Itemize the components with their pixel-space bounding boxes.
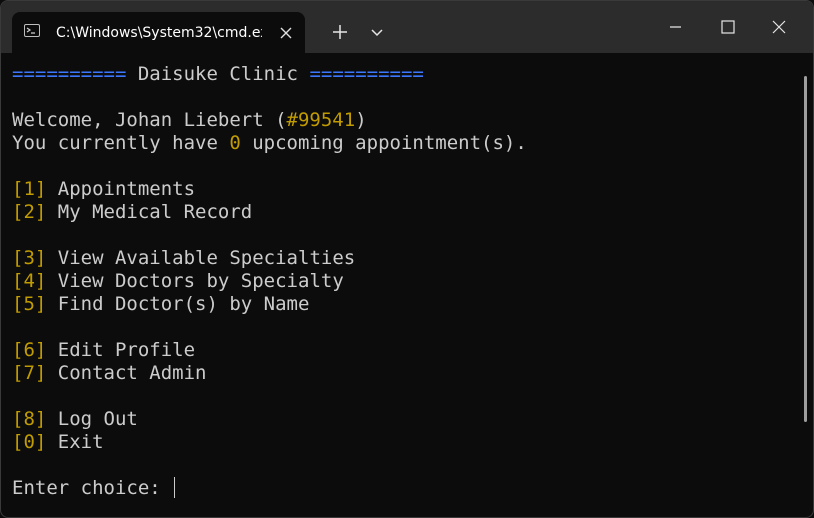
menu-item: [1] Appointments xyxy=(12,178,195,201)
welcome-text: Welcome, Johan Liebert ( xyxy=(12,109,287,131)
terminal-window: C:\Windows\System32\cmd.exe ========== D… xyxy=(0,0,814,518)
tab-close-icon[interactable] xyxy=(274,21,298,45)
menu-key: [3] xyxy=(12,247,47,269)
menu-label: Contact Admin xyxy=(57,362,207,384)
menu-item: [0] Exit xyxy=(12,431,104,454)
prompt-line[interactable]: Enter choice: xyxy=(12,477,176,500)
menu-key: [7] xyxy=(12,362,47,384)
welcome-line: Welcome, Johan Liebert (#99541) xyxy=(12,109,367,132)
menu-label: Find Doctor(s) by Name xyxy=(57,293,310,315)
menu-key: [1] xyxy=(12,178,47,200)
close-icon[interactable] xyxy=(761,13,797,49)
menu-label: Log Out xyxy=(57,408,138,430)
banner-right: ========== xyxy=(309,63,424,85)
menu-label: My Medical Record xyxy=(57,201,253,223)
clinic-title: Daisuke Clinic xyxy=(137,63,298,85)
tab-cmd[interactable]: C:\Windows\System32\cmd.exe xyxy=(12,12,305,53)
appointment-count: 0 xyxy=(229,132,241,154)
appointment-line: You currently have 0 upcoming appointmen… xyxy=(12,132,527,155)
menu-key: [6] xyxy=(12,339,47,361)
terminal-output[interactable]: ========== Daisuke Clinic ========== Wel… xyxy=(1,53,813,517)
welcome-suffix: ) xyxy=(355,109,367,131)
menu-label: Exit xyxy=(57,431,104,453)
appointment-prefix: You currently have xyxy=(12,132,230,154)
prompt-text: Enter choice: xyxy=(12,477,173,499)
menu-label: View Doctors by Specialty xyxy=(57,270,344,292)
menu-item: [2] My Medical Record xyxy=(12,201,252,224)
menu-label: View Available Specialties xyxy=(57,247,356,269)
menu-item: [3] View Available Specialties xyxy=(12,247,355,270)
title-bar[interactable]: C:\Windows\System32\cmd.exe xyxy=(1,1,813,53)
menu-item: [7] Contact Admin xyxy=(12,362,207,385)
text-cursor xyxy=(174,477,176,498)
chevron-down-icon[interactable] xyxy=(360,13,396,49)
banner-left: ========== xyxy=(12,63,127,85)
menu-key: [8] xyxy=(12,408,47,430)
menu-key: [0] xyxy=(12,431,47,453)
menu-item: [6] Edit Profile xyxy=(12,339,195,362)
tab-title: C:\Windows\System32\cmd.exe xyxy=(56,25,262,41)
menu-label: Edit Profile xyxy=(57,339,196,361)
menu-label: Appointments xyxy=(57,178,196,200)
new-tab-plus-icon[interactable] xyxy=(322,13,358,49)
banner-line: ========== Daisuke Clinic ========== xyxy=(12,63,424,86)
menu-item: [5] Find Doctor(s) by Name xyxy=(12,293,309,316)
menu-key: [5] xyxy=(12,293,47,315)
appointment-suffix: upcoming appointment(s). xyxy=(240,132,527,154)
terminal-icon xyxy=(24,24,40,37)
menu-key: [4] xyxy=(12,270,47,292)
user-id: #99541 xyxy=(286,109,356,131)
maximize-icon[interactable] xyxy=(709,13,745,49)
minimize-icon[interactable] xyxy=(657,13,693,49)
menu-key: [2] xyxy=(12,201,47,223)
menu-item: [8] Log Out xyxy=(12,408,138,431)
scrollbar[interactable] xyxy=(804,76,807,422)
menu-item: [4] View Doctors by Specialty xyxy=(12,270,344,293)
